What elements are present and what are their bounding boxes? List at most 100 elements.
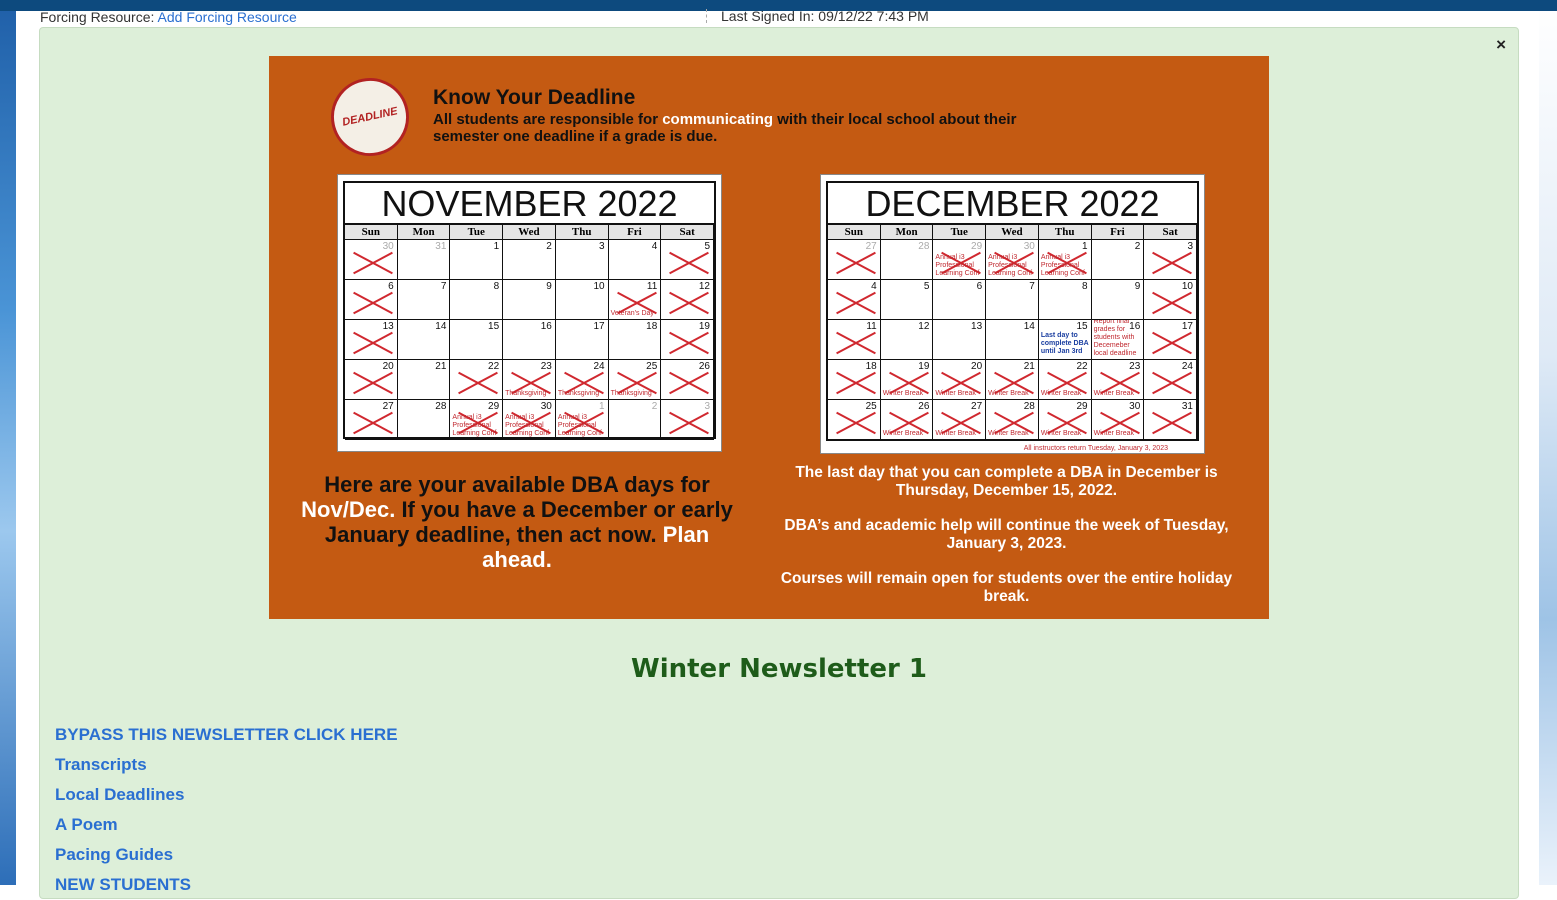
- day-note: Winter Break: [1093, 430, 1135, 437]
- calendar-day-cell: 28 Winter Break: [986, 400, 1039, 440]
- day-number: 9: [1134, 281, 1141, 292]
- weekday-header: Tue: [450, 225, 504, 240]
- day-number: 1: [493, 241, 500, 252]
- close-icon[interactable]: ×: [1496, 35, 1506, 55]
- new-students-link[interactable]: NEW STUDENTS: [55, 870, 398, 900]
- calendar-day-cell: 26: [661, 360, 714, 400]
- cross-out-mark-icon: [1150, 330, 1190, 356]
- cross-out-mark-icon: [351, 410, 391, 436]
- forcing-resource-info: Forcing Resource: Add Forcing Resource: [40, 9, 297, 25]
- day-note: Annual i3 Professional Learning Conf: [1040, 254, 1085, 277]
- weekday-header: Thu: [1038, 225, 1092, 240]
- weekday-header: Sat: [1144, 225, 1197, 240]
- calendar-day-cell: 17: [555, 320, 609, 360]
- calendar-day-cell: 18: [828, 360, 881, 400]
- dec-info-open: Courses will remain open for students ov…: [780, 570, 1233, 605]
- calendar-day-cell: 8: [450, 280, 504, 320]
- weekday-header: Sat: [661, 225, 714, 240]
- cross-out-mark-icon: [1150, 250, 1190, 276]
- calendar-day-cell: 16 Report final grades for students with …: [1091, 320, 1145, 360]
- calendar-day-cell: 19: [661, 320, 714, 360]
- banner-subtitle: All students are responsible for communi…: [433, 111, 1033, 145]
- day-note: Annual i3 Professional Learning Conf: [988, 254, 1033, 277]
- cross-out-mark-icon: [667, 330, 707, 356]
- cross-out-mark-icon: [351, 330, 391, 356]
- calendar-day-cell: 4: [828, 280, 881, 320]
- a-poem-link[interactable]: A Poem: [55, 810, 398, 840]
- day-number: 17: [593, 321, 605, 332]
- day-number: 15: [488, 321, 500, 332]
- calendar-day-cell: 25 Thanksgiving: [608, 360, 662, 400]
- day-number: 10: [593, 281, 605, 292]
- calendar-footer: All instructors return Tuesday, January …: [1023, 445, 1168, 452]
- calendar-day-cell: 27: [828, 240, 881, 280]
- transcripts-link[interactable]: Transcripts: [55, 750, 398, 780]
- cross-out-mark-icon: [351, 290, 391, 316]
- day-note: Thanksgiving: [610, 390, 652, 397]
- available-days-text: Here are your available DBA days for Nov…: [297, 472, 737, 572]
- calendar-day-cell: 26 Winter Break: [880, 400, 934, 440]
- day-number: 16: [540, 321, 552, 332]
- calendar-day-cell: 12: [880, 320, 934, 360]
- calendar-day-cell: 21: [397, 360, 451, 400]
- local-deadlines-link[interactable]: Local Deadlines: [55, 780, 398, 810]
- calendar-day-cell: 14: [397, 320, 451, 360]
- cross-out-mark-icon: [834, 330, 874, 356]
- day-note: Winter Break: [1093, 390, 1135, 397]
- day-note: Last day to complete DBA until Jan 3rd: [1040, 332, 1089, 355]
- day-note: Annual i3 Professional Learning Conf: [557, 414, 602, 437]
- calendar-day-cell: 22 Winter Break: [1038, 360, 1092, 400]
- calendar-day-cell: 30 Annual i3 Professional Learning Conf: [986, 240, 1039, 280]
- calendar-day-cell: 2: [1091, 240, 1145, 280]
- calendar-day-cell: 30 Winter Break: [1091, 400, 1145, 440]
- calendar-day-cell: 13: [345, 320, 398, 360]
- bypass-newsletter-link[interactable]: BYPASS THIS NEWSLETTER CLICK HERE: [55, 720, 398, 750]
- calendar-day-cell: 16: [503, 320, 556, 360]
- calendar-grid: Sun Mon Tue Wed Thu Fri Sat 27 28 29 Annual i3 Pro…: [828, 225, 1197, 440]
- day-number: 15: [1076, 321, 1088, 332]
- weekday-header: Mon: [397, 225, 451, 240]
- calendar-day-cell: 9: [503, 280, 556, 320]
- calendar-day-cell: 27: [345, 400, 398, 440]
- day-number: 31: [435, 241, 447, 252]
- calendar-day-cell: 10: [1144, 280, 1197, 320]
- day-number: 7: [1029, 281, 1035, 292]
- day-number: 28: [918, 241, 930, 252]
- deadline-stamp-icon: DEADLINE: [323, 70, 417, 164]
- calendar-day-cell: 15: [450, 320, 504, 360]
- day-note: Winter Break: [1040, 390, 1082, 397]
- subtitle-highlight: communicating: [662, 111, 774, 128]
- calendar-day-cell: 1 Annual i3 Professional Learning Conf: [1038, 240, 1092, 280]
- cross-out-mark-icon: [834, 370, 874, 396]
- calendar-day-cell: 3: [661, 400, 714, 440]
- dec-info-last-day: The last day that you can complete a DBA…: [795, 464, 1218, 499]
- day-note: Veteran's Day: [610, 310, 654, 317]
- calendar-day-cell: 21 Winter Break: [986, 360, 1039, 400]
- subtitle-part: All students are responsible for: [433, 111, 663, 128]
- day-number: 21: [435, 361, 447, 372]
- stamp-text: DEADLINE: [341, 105, 399, 129]
- newsletter-modal: × DEADLINE Know Your Deadline All studen…: [39, 27, 1519, 899]
- day-number: 9: [546, 281, 552, 292]
- cross-out-mark-icon: [351, 370, 391, 396]
- calendar-day-cell: 29 Annual i3 Professional Learning Conf: [450, 400, 504, 440]
- calendar-grid: Sun Mon Tue Wed Thu Fri Sat 30 31 1 2 3 4 5 6 7 8 9 10 11 Ve…: [345, 225, 714, 440]
- desktop-background-left: [0, 0, 16, 885]
- cross-out-mark-icon: [351, 250, 391, 276]
- calendar-day-cell: 13: [933, 320, 987, 360]
- deadline-banner: DEADLINE Know Your Deadline All students…: [269, 56, 1269, 619]
- calendar-day-cell: 5: [661, 240, 714, 280]
- calendar-day-cell: 9: [1091, 280, 1145, 320]
- calendar-day-cell: 30 Annual i3 Professional Learning Conf: [503, 400, 556, 440]
- day-note: Winter Break: [882, 390, 924, 397]
- cross-out-mark-icon: [456, 370, 496, 396]
- last-signed-in: Last Signed In: 09/12/22 7:43 PM: [706, 9, 929, 23]
- avail-highlight: Nov/Dec.: [301, 497, 396, 522]
- calendar-day-cell: 3: [1144, 240, 1197, 280]
- calendar-day-cell: 28: [880, 240, 934, 280]
- day-note: Winter Break: [882, 430, 924, 437]
- weekday-header: Fri: [1091, 225, 1145, 240]
- pacing-guides-link[interactable]: Pacing Guides: [55, 840, 398, 870]
- add-forcing-resource-link[interactable]: Add Forcing Resource: [158, 9, 297, 25]
- day-number: 12: [918, 321, 930, 332]
